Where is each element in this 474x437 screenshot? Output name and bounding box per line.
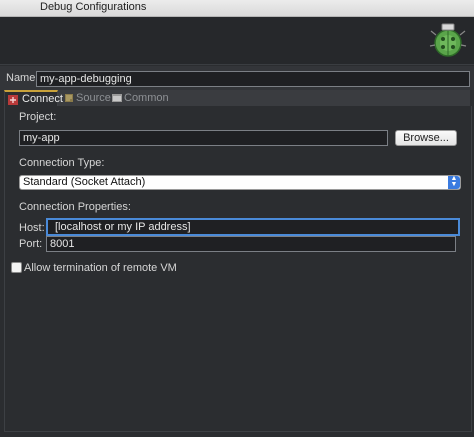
name-field[interactable]: my-app-debugging	[36, 71, 470, 87]
dialog-banner	[0, 17, 474, 65]
connection-properties-label: Connection Properties:	[19, 201, 131, 213]
host-label: Host:	[19, 222, 45, 234]
name-label: Name:	[6, 72, 39, 84]
window-title: Debug Configurations	[40, 1, 147, 13]
connect-icon	[8, 95, 18, 105]
browse-button[interactable]: Browse...	[395, 130, 457, 146]
port-field[interactable]: 8001	[46, 236, 456, 252]
allow-termination-checkbox[interactable]	[11, 262, 22, 273]
bug-icon	[429, 23, 467, 57]
connection-type-value: Standard (Socket Attach)	[23, 176, 146, 188]
connection-type-label: Connection Type:	[19, 157, 105, 169]
name-row: Name: my-app-debugging	[0, 66, 474, 90]
tab-bar: Connect Source Common	[4, 90, 470, 106]
port-label: Port:	[19, 238, 43, 250]
source-icon	[65, 94, 73, 102]
common-icon	[112, 94, 122, 102]
tab-connect[interactable]: Connect	[4, 90, 63, 106]
host-field[interactable]: [localhost or my IP address]	[46, 218, 460, 236]
tab-source[interactable]: Source	[61, 90, 111, 106]
select-arrows-icon: ▲ ▼	[448, 175, 460, 189]
allow-termination-label: Allow termination of remote VM	[24, 262, 177, 274]
tab-source-label: Source	[76, 92, 111, 104]
tab-common-label: Common	[124, 92, 169, 104]
project-field[interactable]: my-app	[19, 130, 388, 146]
connection-type-select[interactable]: Standard (Socket Attach) ▲ ▼	[19, 175, 461, 190]
window-titlebar: Debug Configurations	[0, 0, 474, 17]
tab-common[interactable]: Common	[109, 90, 169, 106]
tab-connect-label: Connect	[22, 93, 63, 105]
project-label: Project:	[19, 111, 57, 123]
